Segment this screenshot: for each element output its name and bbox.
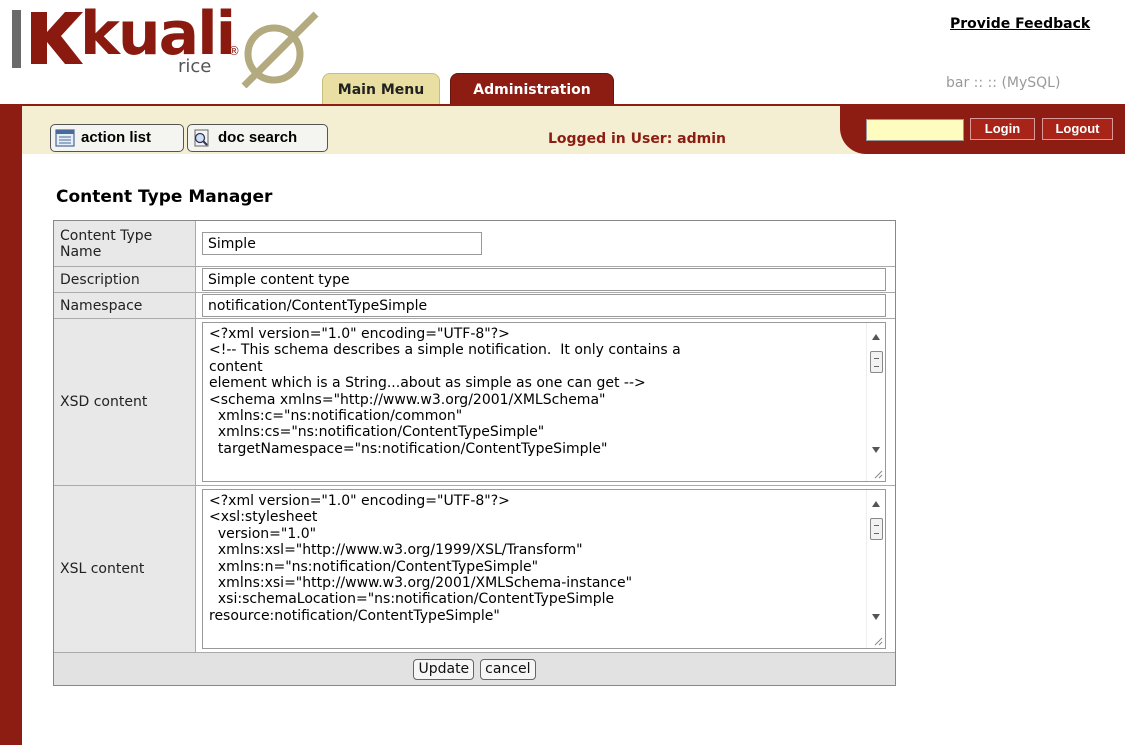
resize-grip-icon[interactable] — [873, 636, 883, 646]
content-type-form: Content Type Name Simple Description Sim… — [53, 220, 896, 686]
form-row-xsl: XSL content <?xml version="1.0" encoding… — [54, 486, 895, 653]
scroll-down-icon[interactable] — [872, 447, 880, 453]
cancel-button[interactable]: cancel — [480, 658, 536, 680]
content-type-name-field[interactable]: Simple — [202, 232, 482, 255]
form-row-namespace: Namespace notification/ContentTypeSimple — [54, 293, 895, 319]
action-list-icon — [55, 129, 75, 147]
description-field[interactable]: Simple content type — [202, 268, 886, 291]
logout-button[interactable]: Logout — [1042, 118, 1113, 140]
form-row-xsd: XSD content <?xml version="1.0" encoding… — [54, 319, 895, 486]
update-button[interactable]: Update — [413, 658, 475, 680]
description-label: Description — [54, 267, 196, 292]
login-button[interactable]: Login — [970, 118, 1035, 140]
scroll-down-icon[interactable] — [872, 614, 880, 620]
form-row-name: Content Type Name Simple — [54, 221, 895, 267]
server-info: bar :: :: (MySQL) — [946, 75, 1061, 91]
form-actions: Update cancel — [54, 653, 895, 685]
namespace-field[interactable]: notification/ContentTypeSimple — [202, 294, 886, 317]
provide-feedback-link[interactable]: Provide Feedback — [950, 16, 1090, 32]
action-list-label: action list — [81, 129, 152, 146]
header: kuali ® rice Provide Feedback bar :: :: … — [0, 0, 1125, 105]
logo-bar — [12, 10, 21, 68]
logged-in-user: Logged in User: admin — [548, 131, 727, 147]
scroll-up-icon[interactable] — [872, 501, 880, 507]
xsd-scrollbar[interactable] — [866, 323, 885, 481]
xsl-content-textarea[interactable]: <?xml version="1.0" encoding="UTF-8"?> <… — [202, 489, 886, 649]
content-type-name-label: Content Type Name — [54, 221, 196, 266]
login-username-input[interactable] — [866, 119, 964, 141]
scroll-up-icon[interactable] — [872, 334, 880, 340]
action-list-button[interactable]: action list — [50, 124, 184, 152]
form-row-description: Description Simple content type — [54, 267, 895, 293]
xsl-scrollbar[interactable] — [866, 490, 885, 648]
doc-search-button[interactable]: doc search — [187, 124, 328, 152]
rice-emblem-icon — [241, 11, 319, 88]
namespace-label: Namespace — [54, 293, 196, 318]
resize-grip-icon[interactable] — [873, 469, 883, 479]
logo-subtitle: rice — [178, 56, 212, 77]
doc-search-icon — [194, 129, 209, 147]
tab-main-menu[interactable]: Main Menu — [322, 73, 440, 104]
xsd-content-textarea[interactable]: <?xml version="1.0" encoding="UTF-8"?> <… — [202, 322, 886, 482]
xsd-content-label: XSD content — [54, 319, 196, 485]
doc-search-label: doc search — [218, 129, 298, 146]
scrollbar-thumb[interactable] — [870, 351, 883, 373]
page-title: Content Type Manager — [56, 187, 273, 207]
left-frame-bar — [0, 106, 22, 745]
tab-administration[interactable]: Administration — [450, 73, 614, 104]
xsl-content-label: XSL content — [54, 486, 196, 652]
logo-k-glyph — [25, 6, 85, 68]
xsd-content-text: <?xml version="1.0" encoding="UTF-8"?> <… — [209, 326, 681, 457]
scrollbar-thumb[interactable] — [870, 518, 883, 540]
xsl-content-text: <?xml version="1.0" encoding="UTF-8"?> <… — [209, 493, 633, 624]
